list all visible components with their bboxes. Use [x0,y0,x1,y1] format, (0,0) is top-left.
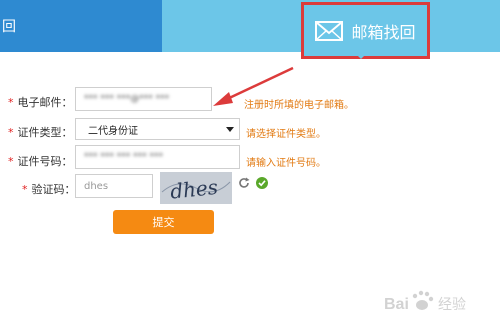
id-number-label: * 证件号码： [8,153,73,169]
refresh-icon[interactable] [238,177,250,189]
captcha-label-text: 验证码： [31,183,76,196]
required-mark: * [8,155,14,168]
email-value: *** *** ***@*** *** [84,94,170,104]
id-number-hint: 请输入证件号码。 [246,158,326,169]
email-hint: 注册时所填的电子邮箱。 [244,100,354,111]
envelope-icon [315,20,344,41]
id-type-value: 二代身份证 [88,125,138,137]
required-mark: * [8,96,14,109]
id-type-label-text: 证件类型： [17,126,73,139]
required-mark: * [8,126,14,139]
captcha-label: * 验证码： [22,181,76,197]
captcha-image[interactable]: dhes [160,172,232,204]
id-number-label-text: 证件号码： [17,155,73,168]
id-number-input[interactable]: *** *** *** *** *** [75,145,240,169]
id-type-hint: 请选择证件类型。 [246,129,326,140]
tab-phone-recovery-label: 回 [2,19,16,35]
captcha-image-text: dhes [169,175,219,204]
email-label: * 电子邮件： [8,94,73,110]
tab-email-recovery[interactable]: 邮箱找回 [301,2,430,59]
check-icon [256,177,268,189]
captcha-value: dhes [84,180,109,192]
captcha-input[interactable]: dhes [75,174,153,198]
active-tab-pointer [354,52,368,59]
email-input[interactable]: *** *** ***@*** *** [75,87,212,111]
submit-button[interactable]: 提交 [113,210,214,234]
id-type-label: * 证件类型： [8,124,73,140]
required-mark: * [22,183,28,196]
svg-text:Bai: Bai [384,296,409,313]
svg-text:经验: 经验 [438,297,466,313]
id-number-value: *** *** *** *** *** [84,152,163,162]
tab-phone-recovery[interactable]: 回 [0,0,162,52]
id-type-select[interactable]: 二代身份证 [75,118,240,140]
tab-email-recovery-label: 邮箱找回 [351,22,416,42]
baidu-jingyan-watermark: Bai 经验 [384,290,466,313]
email-label-text: 电子邮件： [17,96,73,109]
chevron-down-icon [226,127,234,132]
